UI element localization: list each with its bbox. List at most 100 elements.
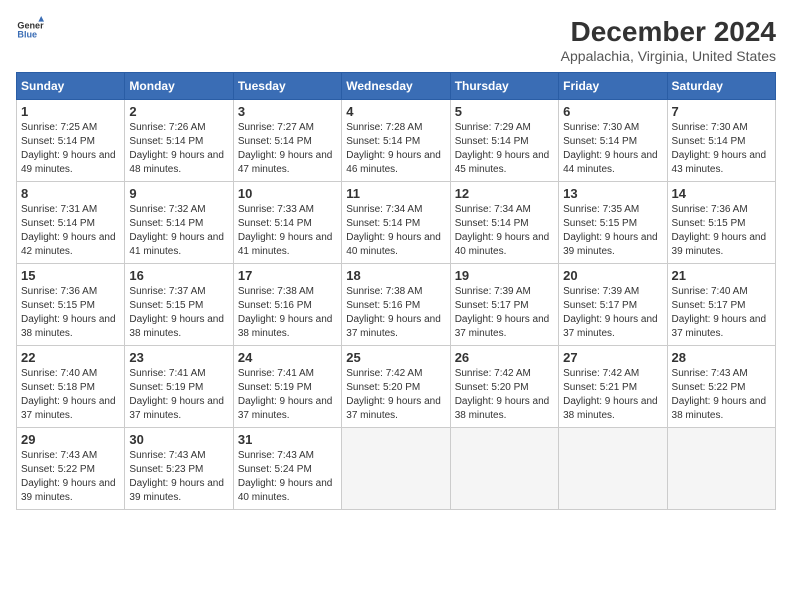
day-number: 30: [129, 432, 228, 447]
day-info: Sunrise: 7:40 AM Sunset: 5:17 PM Dayligh…: [672, 285, 771, 341]
calendar-cell: 12Sunrise: 7:34 AM Sunset: 5:14 PM Dayli…: [450, 182, 558, 264]
day-info: Sunrise: 7:38 AM Sunset: 5:16 PM Dayligh…: [346, 285, 445, 341]
calendar-cell: 21 Sunrise: 7:40 AM Sunset: 5:17 PM Dayli…: [667, 264, 775, 346]
calendar-cell: 29Sunrise: 7:43 AM Sunset: 5:22 PM Dayli…: [17, 428, 125, 510]
day-number: 27: [563, 350, 662, 365]
day-number: 28: [672, 350, 771, 365]
logo-icon: General Blue: [16, 16, 44, 44]
day-info: Sunrise: 7:35 AM Sunset: 5:15 PM Dayligh…: [563, 203, 662, 259]
calendar-week-4: 22 Sunrise: 7:40 AM Sunset: 5:18 PM Dayli…: [17, 346, 776, 428]
weekday-header-friday: Friday: [559, 73, 667, 100]
calendar-cell: 18 Sunrise: 7:38 AM Sunset: 5:16 PM Dayli…: [342, 264, 450, 346]
calendar-cell: 11Sunrise: 7:34 AM Sunset: 5:14 PM Dayli…: [342, 182, 450, 264]
day-info: Sunrise: 7:36 AM Sunset: 5:15 PM Dayligh…: [21, 285, 120, 341]
day-info: Sunrise: 7:30 AM Sunset: 5:14 PM Dayligh…: [563, 121, 662, 177]
day-number: 14: [672, 186, 771, 201]
day-number: 15: [21, 268, 120, 283]
calendar-cell: 8 Sunrise: 7:31 AM Sunset: 5:14 PM Daylig…: [17, 182, 125, 264]
weekday-header-tuesday: Tuesday: [233, 73, 341, 100]
day-number: 20: [563, 268, 662, 283]
day-info: Sunrise: 7:31 AM Sunset: 5:14 PM Dayligh…: [21, 203, 120, 259]
day-number: 5: [455, 104, 554, 119]
day-info: Sunrise: 7:25 AM Sunset: 5:14 PM Dayligh…: [21, 121, 120, 177]
day-number: 16: [129, 268, 228, 283]
day-number: 10: [238, 186, 337, 201]
day-number: 6: [563, 104, 662, 119]
day-info: Sunrise: 7:27 AM Sunset: 5:14 PM Dayligh…: [238, 121, 337, 177]
day-info: Sunrise: 7:38 AM Sunset: 5:16 PM Dayligh…: [238, 285, 337, 341]
calendar-cell: 17Sunrise: 7:38 AM Sunset: 5:16 PM Dayli…: [233, 264, 341, 346]
month-title: December 2024: [561, 16, 776, 48]
day-number: 22: [21, 350, 120, 365]
day-number: 26: [455, 350, 554, 365]
weekday-header-thursday: Thursday: [450, 73, 558, 100]
calendar-cell: 15 Sunrise: 7:36 AM Sunset: 5:15 PM Dayli…: [17, 264, 125, 346]
calendar-cell: [667, 428, 775, 510]
calendar-cell: 4Sunrise: 7:28 AM Sunset: 5:14 PM Daylig…: [342, 100, 450, 182]
calendar-cell: 23Sunrise: 7:41 AM Sunset: 5:19 PM Dayli…: [125, 346, 233, 428]
day-info: Sunrise: 7:42 AM Sunset: 5:21 PM Dayligh…: [563, 367, 662, 423]
day-number: 9: [129, 186, 228, 201]
calendar-week-1: 1 Sunrise: 7:25 AM Sunset: 5:14 PM Daylig…: [17, 100, 776, 182]
day-info: Sunrise: 7:39 AM Sunset: 5:17 PM Dayligh…: [563, 285, 662, 341]
day-info: Sunrise: 7:32 AM Sunset: 5:14 PM Dayligh…: [129, 203, 228, 259]
calendar-cell: 16 Sunrise: 7:37 AM Sunset: 5:15 PM Dayli…: [125, 264, 233, 346]
title-area: December 2024 Appalachia, Virginia, Unit…: [561, 16, 776, 64]
calendar-cell: 3 Sunrise: 7:27 AM Sunset: 5:14 PM Daylig…: [233, 100, 341, 182]
day-number: 8: [21, 186, 120, 201]
calendar-cell: [342, 428, 450, 510]
day-info: Sunrise: 7:34 AM Sunset: 5:14 PM Dayligh…: [455, 203, 554, 259]
calendar-cell: 10Sunrise: 7:33 AM Sunset: 5:14 PM Dayli…: [233, 182, 341, 264]
calendar-cell: 27 Sunrise: 7:42 AM Sunset: 5:21 PM Dayli…: [559, 346, 667, 428]
weekday-header-monday: Monday: [125, 73, 233, 100]
calendar-cell: 30 Sunrise: 7:43 AM Sunset: 5:23 PM Dayli…: [125, 428, 233, 510]
calendar-week-2: 8 Sunrise: 7:31 AM Sunset: 5:14 PM Daylig…: [17, 182, 776, 264]
day-info: Sunrise: 7:28 AM Sunset: 5:14 PM Dayligh…: [346, 121, 445, 177]
day-info: Sunrise: 7:36 AM Sunset: 5:15 PM Dayligh…: [672, 203, 771, 259]
day-number: 13: [563, 186, 662, 201]
calendar-cell: 9 Sunrise: 7:32 AM Sunset: 5:14 PM Daylig…: [125, 182, 233, 264]
day-info: Sunrise: 7:40 AM Sunset: 5:18 PM Dayligh…: [21, 367, 120, 423]
day-info: Sunrise: 7:43 AM Sunset: 5:23 PM Dayligh…: [129, 449, 228, 505]
day-number: 1: [21, 104, 120, 119]
day-number: 19: [455, 268, 554, 283]
calendar-cell: 28 Sunrise: 7:43 AM Sunset: 5:22 PM Dayli…: [667, 346, 775, 428]
weekday-header-row: SundayMondayTuesdayWednesdayThursdayFrid…: [17, 73, 776, 100]
calendar-cell: 14 Sunrise: 7:36 AM Sunset: 5:15 PM Dayli…: [667, 182, 775, 264]
day-info: Sunrise: 7:29 AM Sunset: 5:14 PM Dayligh…: [455, 121, 554, 177]
calendar-cell: 2Sunrise: 7:26 AM Sunset: 5:14 PM Daylig…: [125, 100, 233, 182]
weekday-header-saturday: Saturday: [667, 73, 775, 100]
svg-text:Blue: Blue: [17, 30, 37, 40]
calendar-cell: 25Sunrise: 7:42 AM Sunset: 5:20 PM Dayli…: [342, 346, 450, 428]
calendar-cell: 26 Sunrise: 7:42 AM Sunset: 5:20 PM Dayli…: [450, 346, 558, 428]
calendar-cell: 19Sunrise: 7:39 AM Sunset: 5:17 PM Dayli…: [450, 264, 558, 346]
day-info: Sunrise: 7:41 AM Sunset: 5:19 PM Dayligh…: [238, 367, 337, 423]
calendar-cell: 7 Sunrise: 7:30 AM Sunset: 5:14 PM Daylig…: [667, 100, 775, 182]
calendar-cell: 22 Sunrise: 7:40 AM Sunset: 5:18 PM Dayli…: [17, 346, 125, 428]
day-number: 23: [129, 350, 228, 365]
weekday-header-sunday: Sunday: [17, 73, 125, 100]
day-number: 7: [672, 104, 771, 119]
calendar-week-5: 29Sunrise: 7:43 AM Sunset: 5:22 PM Dayli…: [17, 428, 776, 510]
calendar-cell: 31Sunrise: 7:43 AM Sunset: 5:24 PM Dayli…: [233, 428, 341, 510]
day-number: 24: [238, 350, 337, 365]
day-info: Sunrise: 7:42 AM Sunset: 5:20 PM Dayligh…: [455, 367, 554, 423]
calendar-cell: 24 Sunrise: 7:41 AM Sunset: 5:19 PM Dayli…: [233, 346, 341, 428]
day-number: 31: [238, 432, 337, 447]
calendar-table: SundayMondayTuesdayWednesdayThursdayFrid…: [16, 72, 776, 510]
day-number: 3: [238, 104, 337, 119]
calendar-cell: [450, 428, 558, 510]
day-info: Sunrise: 7:30 AM Sunset: 5:14 PM Dayligh…: [672, 121, 771, 177]
day-info: Sunrise: 7:43 AM Sunset: 5:22 PM Dayligh…: [672, 367, 771, 423]
logo: General Blue: [16, 16, 44, 44]
day-number: 25: [346, 350, 445, 365]
day-number: 29: [21, 432, 120, 447]
day-number: 18: [346, 268, 445, 283]
day-info: Sunrise: 7:34 AM Sunset: 5:14 PM Dayligh…: [346, 203, 445, 259]
day-number: 21: [672, 268, 771, 283]
day-info: Sunrise: 7:37 AM Sunset: 5:15 PM Dayligh…: [129, 285, 228, 341]
calendar-cell: 6 Sunrise: 7:30 AM Sunset: 5:14 PM Daylig…: [559, 100, 667, 182]
page-header: General Blue December 2024 Appalachia, V…: [16, 16, 776, 64]
calendar-cell: [559, 428, 667, 510]
day-info: Sunrise: 7:26 AM Sunset: 5:14 PM Dayligh…: [129, 121, 228, 177]
